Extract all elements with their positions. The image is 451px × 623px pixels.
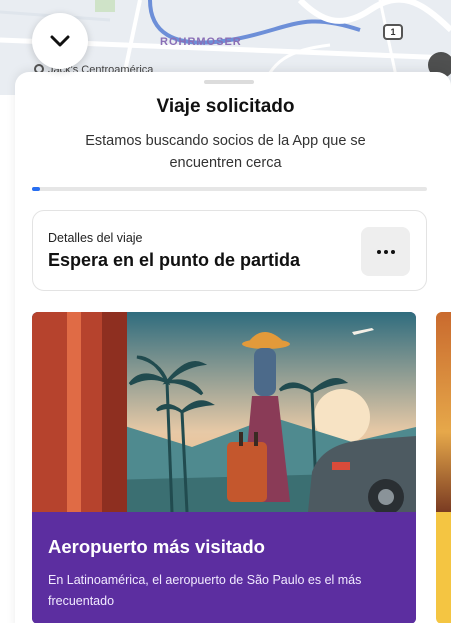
trip-status-subtitle: Estamos buscando socios de la App que se… <box>85 133 366 171</box>
trip-status-title: Viaje solicitado <box>156 96 295 117</box>
more-horizontal-icon <box>376 249 395 254</box>
promo-illustration <box>32 312 416 512</box>
chevron-down-icon <box>50 35 70 47</box>
trip-details-value: Espera en el punto de partida <box>48 250 301 270</box>
route-shield: 1 <box>383 24 403 40</box>
promo-title: Aeropuerto más visitado <box>48 536 265 557</box>
map-area-label: ROHRMOSER <box>160 36 242 48</box>
trip-details-more-button[interactable] <box>361 227 410 276</box>
promo-card[interactable]: Aeropuerto más visitado En Latinoamérica… <box>32 312 416 623</box>
trip-details-card[interactable]: Detalles del viaje Espera en el punto de… <box>32 210 427 291</box>
promo-card-next-illustration <box>436 312 451 512</box>
promo-text: En Latinoamérica, el aeropuerto de São P… <box>48 573 362 608</box>
trip-details-label: Detalles del viaje <box>48 231 143 245</box>
search-progress-bar <box>32 187 427 191</box>
promo-card-next[interactable] <box>436 312 451 623</box>
trip-status-sheet: Viaje solicitado Estamos buscando socios… <box>15 72 451 623</box>
sheet-drag-handle[interactable] <box>204 80 254 84</box>
collapse-button[interactable] <box>32 13 88 69</box>
promo-body: Aeropuerto más visitado En Latinoamérica… <box>32 512 416 623</box>
search-progress-fill <box>32 187 40 191</box>
